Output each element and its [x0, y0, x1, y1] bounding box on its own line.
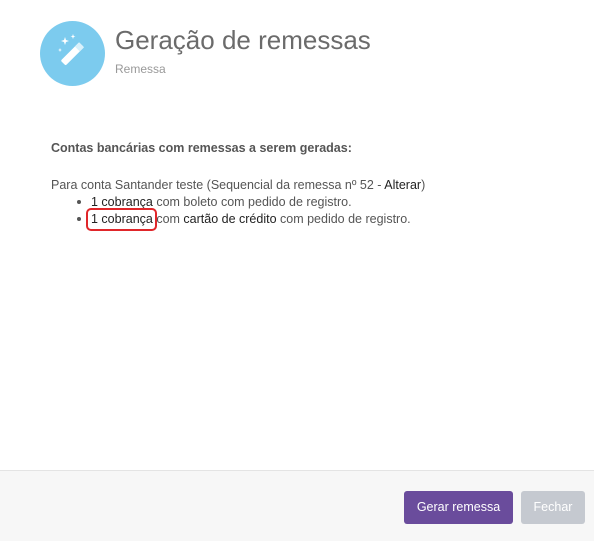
- close-button[interactable]: Fechar: [521, 491, 585, 524]
- payment-method-label: cartão de crédito: [183, 212, 277, 226]
- bullet-icon: [77, 217, 81, 221]
- charges-list: 1 cobrança com boleto com pedido de regi…: [51, 194, 571, 231]
- modal-dialog: Geração de remessas Remessa Contas bancá…: [0, 0, 594, 541]
- magic-wand-icon: [40, 21, 105, 86]
- account-text: Para conta Santander teste (Sequencial d…: [51, 178, 385, 192]
- modal-footer: Gerar remessa Fechar: [0, 470, 594, 541]
- account-text-suffix: ): [421, 178, 426, 192]
- charge-count-link[interactable]: 1 cobrança: [91, 195, 153, 209]
- charge-count-link-highlighted[interactable]: 1 cobrança: [86, 208, 157, 231]
- charge-description: com: [152, 212, 184, 226]
- section-heading: Contas bancárias com remessas a serem ge…: [51, 141, 352, 155]
- page-title: Geração de remessas: [115, 25, 371, 55]
- charge-description-suffix: com pedido de registro.: [276, 212, 411, 226]
- modal-body: Contas bancárias com remessas a serem ge…: [51, 140, 571, 231]
- charge-description: com boleto com pedido de registro.: [152, 195, 352, 209]
- change-sequence-link[interactable]: Alterar: [384, 178, 421, 192]
- account-line: Para conta Santander teste (Sequencial d…: [51, 177, 571, 194]
- list-item: 1 cobrança com boleto com pedido de regi…: [77, 194, 571, 211]
- generate-remittance-button[interactable]: Gerar remessa: [404, 491, 513, 524]
- charge-count-label: 1 cobrança: [91, 212, 153, 226]
- modal-header: Geração de remessas Remessa: [0, 0, 594, 100]
- page-subtitle: Remessa: [115, 62, 166, 76]
- bullet-icon: [77, 200, 81, 204]
- list-item: 1 cobrança com cartão de crédito com ped…: [77, 208, 571, 231]
